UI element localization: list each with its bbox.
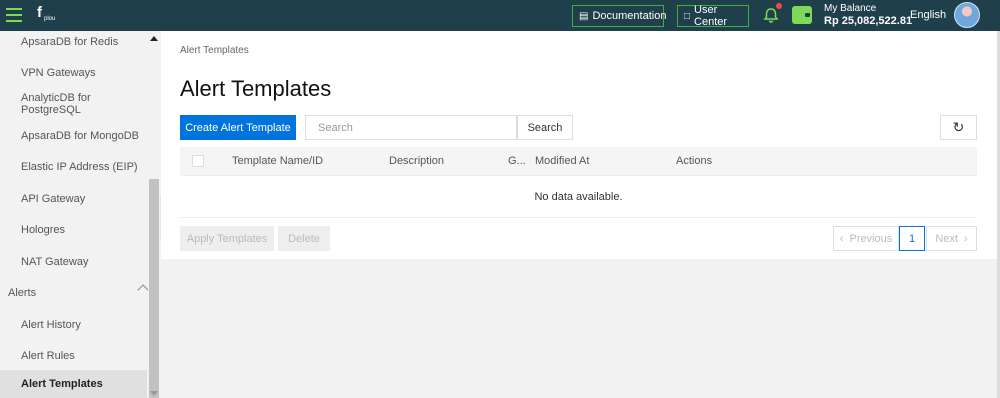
balance-label: My Balance [824, 3, 877, 14]
sidebar-item-alert-templates[interactable]: Alert Templates [0, 370, 147, 398]
logo[interactable]: f plou [36, 5, 60, 25]
scroll-up-icon[interactable] [150, 36, 158, 41]
monitor-icon: □ [684, 10, 691, 22]
menu-icon[interactable] [6, 8, 22, 22]
language-selector[interactable]: English [910, 9, 946, 21]
sidebar-item-alert-rules[interactable]: Alert Rules [0, 340, 147, 371]
search-input[interactable]: Search [305, 115, 517, 140]
main-panel: Alert Templates Alert Templates Create A… [161, 31, 997, 259]
create-alert-template-button[interactable]: Create Alert Template [180, 115, 296, 140]
avatar[interactable] [954, 2, 980, 28]
sidebar-item-mongodb[interactable]: ApsaraDB for MongoDB [0, 120, 147, 151]
notification-dot [776, 3, 782, 9]
column-g: G... [508, 155, 526, 167]
balance-amount: Rp 25,082,522.81 [824, 15, 913, 27]
table-header: Template Name/ID Description G... Modifi… [180, 147, 977, 176]
select-all-checkbox[interactable] [192, 155, 204, 167]
column-actions: Actions [676, 155, 713, 167]
wallet-icon[interactable] [792, 6, 812, 24]
scroll-down-icon[interactable] [150, 391, 158, 396]
delete-button[interactable]: Delete [278, 226, 330, 251]
pagination-page-1[interactable]: 1 [899, 226, 925, 251]
documentation-label: Documentation [592, 10, 667, 22]
scroll-thumb[interactable] [149, 179, 159, 398]
column-modified-at: Modified At [535, 155, 590, 167]
refresh-icon[interactable]: ↻ [940, 115, 977, 140]
sidebar-item-alert-history[interactable]: Alert History [0, 309, 147, 340]
previous-label: Previous [849, 232, 893, 245]
sidebar-item-api-gateway[interactable]: API Gateway [0, 183, 147, 214]
document-icon: ▤ [579, 10, 589, 22]
sidebar-group-label: Alerts [8, 286, 37, 299]
sidebar-item-analyticdb[interactable]: AnalyticDB for PostgreSQL [0, 88, 147, 119]
search-button[interactable]: Search [517, 115, 573, 140]
documentation-button[interactable]: ▤ Documentation [572, 5, 667, 27]
next-label: Next [935, 232, 958, 245]
user-center-label: User Center [694, 4, 728, 28]
sidebar-item-hologres[interactable]: Hologres [0, 214, 147, 245]
sidebar-scrollbar[interactable] [148, 31, 160, 398]
sidebar-group-alerts[interactable]: Alerts [0, 277, 149, 308]
sidebar: ApsaraDB for Redis VPN Gateways Analytic… [0, 31, 160, 398]
apply-templates-button[interactable]: Apply Templates [180, 226, 274, 251]
column-description: Description [389, 155, 445, 167]
empty-state: No data available. [180, 176, 977, 218]
user-center-button[interactable]: □ User Center [677, 4, 749, 28]
chevron-up-icon [137, 284, 149, 296]
bell-icon[interactable] [763, 7, 779, 23]
pagination-previous[interactable]: ‹ Previous [833, 226, 899, 251]
pagination-next[interactable]: Next › [926, 226, 977, 251]
page-title: Alert Templates [180, 76, 332, 101]
sidebar-item-eip[interactable]: Elastic IP Address (EIP) [0, 151, 147, 182]
sidebar-item-redis[interactable]: ApsaraDB for Redis [0, 31, 147, 53]
chevron-right-icon: › [963, 232, 968, 245]
chevron-left-icon: ‹ [839, 232, 844, 245]
column-template-name: Template Name/ID [232, 155, 324, 167]
sidebar-item-nat-gateway[interactable]: NAT Gateway [0, 246, 147, 277]
sidebar-item-vpn-gateways[interactable]: VPN Gateways [0, 57, 147, 88]
balance[interactable]: My Balance Rp 25,082,522.81 [824, 3, 912, 28]
breadcrumb[interactable]: Alert Templates [180, 45, 249, 56]
top-bar: f plou ▤ Documentation □ User Center My … [0, 0, 1000, 31]
